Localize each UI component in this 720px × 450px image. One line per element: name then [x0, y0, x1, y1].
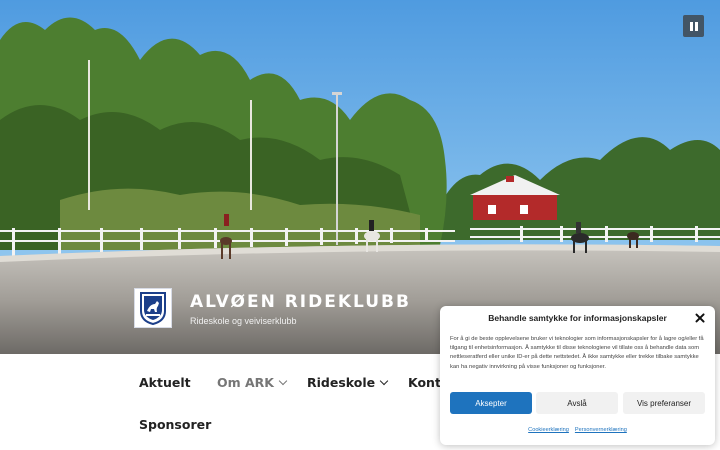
close-icon[interactable]: [693, 311, 707, 325]
consent-message: For å gi de beste opplevelsene bruker vi…: [450, 336, 704, 370]
pause-icon: [689, 21, 693, 31]
cookie-consent-dialog: Behandle samtykke for informasjonskapsle…: [440, 306, 715, 445]
page: ALVØEN RIDEKLUBB Rideskole og veiviserkl…: [0, 0, 720, 450]
club-logo-horse-icon: [140, 292, 166, 325]
site-title[interactable]: ALVØEN RIDEKLUBB: [190, 291, 411, 313]
nav-item-sponsorer[interactable]: Sponsorer: [139, 417, 211, 432]
pause-icon-bar: [694, 21, 698, 31]
nav-item-label: Sponsorer: [139, 417, 212, 432]
nav-item-om-ark[interactable]: Om ARK: [217, 375, 288, 390]
cookie-policy-link[interactable]: Cookieerklæring: [528, 427, 569, 433]
accept-button[interactable]: Aksepter: [450, 392, 532, 414]
privacy-policy-link[interactable]: Personvernerklæring: [575, 427, 627, 433]
nav-item-label: Rideskole: [307, 375, 376, 390]
nav-item-aktuelt[interactable]: Aktuelt: [139, 375, 191, 390]
nav-item-label: Om ARK: [217, 375, 274, 390]
slideshow-pause-button[interactable]: [683, 15, 704, 37]
consent-title: Behandle samtykke for informasjonskapsle…: [488, 313, 667, 323]
chevron-down-icon: [379, 376, 389, 385]
club-logo[interactable]: [134, 288, 172, 328]
nav-item-label: Aktuelt: [139, 375, 191, 390]
chevron-down-icon: [278, 376, 288, 385]
consent-links: Cookieerklæring Personvernerklæring: [440, 427, 715, 433]
site-description: Rideskole og veiviserklubb: [190, 315, 297, 326]
hero-banner: ALVØEN RIDEKLUBB Rideskole og veiviserkl…: [0, 0, 720, 354]
view-preferences-button[interactable]: Vis preferanser: [623, 392, 705, 414]
site-branding: ALVØEN RIDEKLUBB Rideskole og veiviserkl…: [134, 288, 411, 328]
deny-button[interactable]: Avslå: [536, 392, 618, 414]
nav-item-rideskole[interactable]: Rideskole: [307, 375, 389, 390]
